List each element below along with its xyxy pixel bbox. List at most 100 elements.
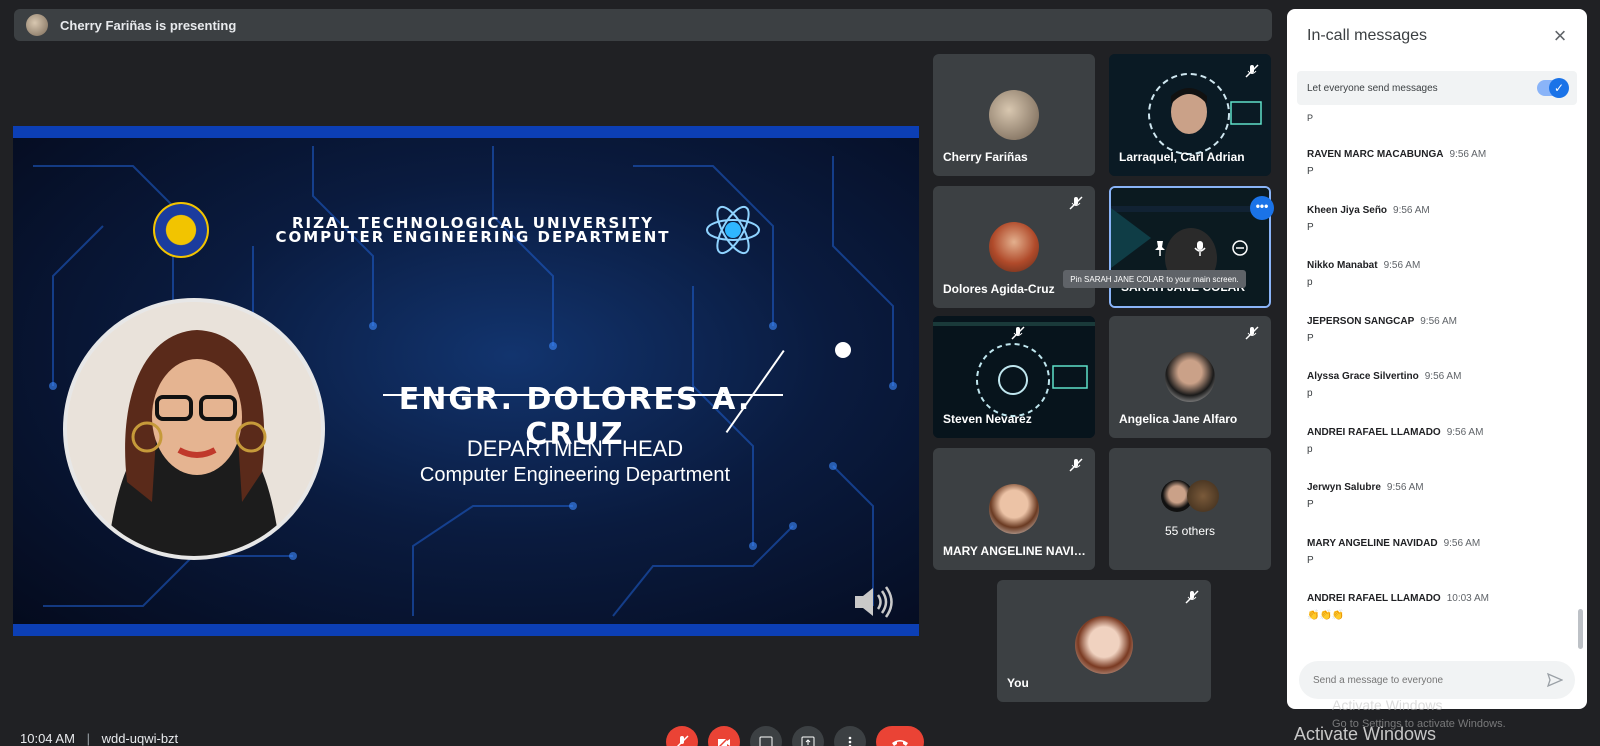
others-tile[interactable]: 55 others [1109,448,1271,570]
slide-bottom-band [13,624,919,636]
avatar [1187,480,1219,512]
others-count: 55 others [1164,524,1216,538]
participant-name: Dolores Agida-Cruz [943,282,1055,296]
speaker-department: Computer Engineering Department [419,464,731,486]
meeting-code: wdd-uqwi-bzt [101,731,179,746]
more-vert-icon [848,736,852,746]
message-text: P [1307,499,1314,510]
message-time: 9:56 AM [1446,426,1484,438]
message-time: 9:56 AM [1383,260,1421,271]
captions-icon [759,736,773,746]
participant-name: You [1007,676,1029,690]
avatar [989,484,1039,534]
avatar [1075,616,1133,674]
name-connector-dot [835,342,851,358]
more-button[interactable] [834,726,866,746]
message-text: p [1307,388,1313,399]
avatar [1165,352,1215,402]
more-options-button[interactable]: ••• [1250,196,1274,220]
message-sender: Kheen Jiya Seño [1307,204,1388,216]
end-call-button[interactable] [876,726,924,746]
mic-icon[interactable] [1191,239,1209,257]
close-icon[interactable]: × [1549,25,1571,47]
mic-off-icon [1245,64,1259,78]
presenter-avatar [26,14,48,36]
speaker-photo [63,298,325,560]
chat-message: JEPERSON SANGCAP 9:56 AM P [1307,316,1572,372]
chat-title: In-call messages [1307,27,1428,44]
rtu-seal-logo [153,202,209,258]
message-text: P [1307,166,1314,177]
chat-message: RAVEN MARC MACABUNGA 9:56 AM P [1307,149,1572,205]
end-call-icon [892,740,908,746]
camera-off-button[interactable] [708,726,740,746]
remove-icon[interactable] [1231,239,1249,257]
presenting-text: Cherry Fariñas is presenting [60,17,237,33]
captions-button[interactable] [750,726,782,746]
participant-name: Larraquel, Carl Adrian [1119,150,1245,164]
speaker-position: DEPARTMENT HEAD [466,436,684,461]
message-sender: ANDREI RAFAEL LLAMADO [1307,426,1441,438]
message-text: p [1307,443,1313,455]
chat-message: Jerwyn Salubre 9:56 AM P [1307,482,1572,538]
self-tile[interactable]: You [997,580,1211,702]
send-messages-toggle[interactable]: ✓ [1537,78,1569,98]
speaker-volume-icon [855,586,893,618]
message-text: P [1307,113,1314,123]
send-icon[interactable] [1547,672,1563,688]
message-input[interactable] [1313,674,1533,686]
presentation-screen: RIZAL TECHNOLOGICAL UNIVERSITY COMPUTER … [13,126,919,636]
chat-message: ANDREI RAFAEL LLAMADO 9:56 AM p [1307,427,1572,483]
message-time: 9:56 AM [1443,537,1481,549]
message-sender: Jerwyn Salubre [1307,482,1381,493]
present-button[interactable] [792,726,824,746]
windows-watermark-title: Activate Windows [1332,697,1443,713]
call-controls [666,726,924,746]
in-call-messages-panel: In-call messages × Let everyone send mes… [1287,9,1587,709]
message-time: 9:56 AM [1393,204,1430,216]
chat-message: Kheen Jiya Seño 9:56 AM P [1307,205,1572,261]
participant-tile[interactable]: Dolores Agida-Cruz [933,186,1095,308]
message-time: 9:56 AM [1449,149,1487,160]
message-text: P [1307,221,1314,233]
meeting-separator: | [86,731,90,746]
participant-tile[interactable]: MARY ANGELINE NAVID... [933,448,1095,570]
message-sender: ANDREI RAFAEL LLAMADO [1307,593,1441,604]
mic-off-icon [1069,196,1083,210]
participant-name: MARY ANGELINE NAVID... [943,544,1091,558]
chat-message: ANDREI RAFAEL LLAMADO 10:03 AM 👏👏👏 [1307,593,1572,649]
participant-tile[interactable]: Steven Nevarez [933,316,1095,438]
message-time: 9:56 AM [1420,315,1457,327]
chat-message: Alyssa Grace Silvertino 9:56 AM p [1307,371,1572,427]
participant-tile[interactable]: Larraquel, Carl Adrian [1109,54,1271,176]
meeting-details: 10:04 AM | wdd-uqwi-bzt [20,731,178,746]
message-input-container[interactable] [1299,661,1575,699]
message-time: 10:03 AM [1446,593,1489,604]
message-sender: MARY ANGELINE NAVIDAD [1307,537,1438,549]
message-time: 9:56 AM [1424,371,1462,382]
chat-scrollbar[interactable] [1578,609,1583,649]
meeting-time: 10:04 AM [20,731,75,746]
message-text: P [1307,332,1314,344]
message-text: p [1307,277,1313,288]
participant-tile[interactable]: Cherry Fariñas [933,54,1095,176]
message-time: 9:56 AM [1386,482,1424,493]
pin-icon[interactable] [1151,239,1169,257]
department-logo [706,205,760,255]
participant-name: Angelica Jane Alfaro [1119,412,1238,426]
tile-hover-controls [1140,234,1260,262]
participant-tile[interactable]: Angelica Jane Alfaro [1109,316,1271,438]
windows-activate-text: Activate Windows [1294,724,1437,744]
mic-off-icon [1011,326,1025,340]
avatar [989,222,1039,272]
message-text: P [1307,554,1314,566]
slide-department: COMPUTER ENGINEERING DEPARTMENT [275,228,671,246]
let-everyone-send-setting: Let everyone send messages ✓ [1297,71,1577,105]
setting-label: Let everyone send messages [1307,82,1438,94]
mic-off-button[interactable] [666,726,698,746]
participant-name: Steven Nevarez [943,412,1032,426]
camera-off-icon [718,735,731,746]
mic-off-icon [676,735,689,746]
message-sender: JEPERSON SANGCAP [1307,315,1415,327]
presenting-banner: Cherry Fariñas is presenting [14,9,1272,41]
